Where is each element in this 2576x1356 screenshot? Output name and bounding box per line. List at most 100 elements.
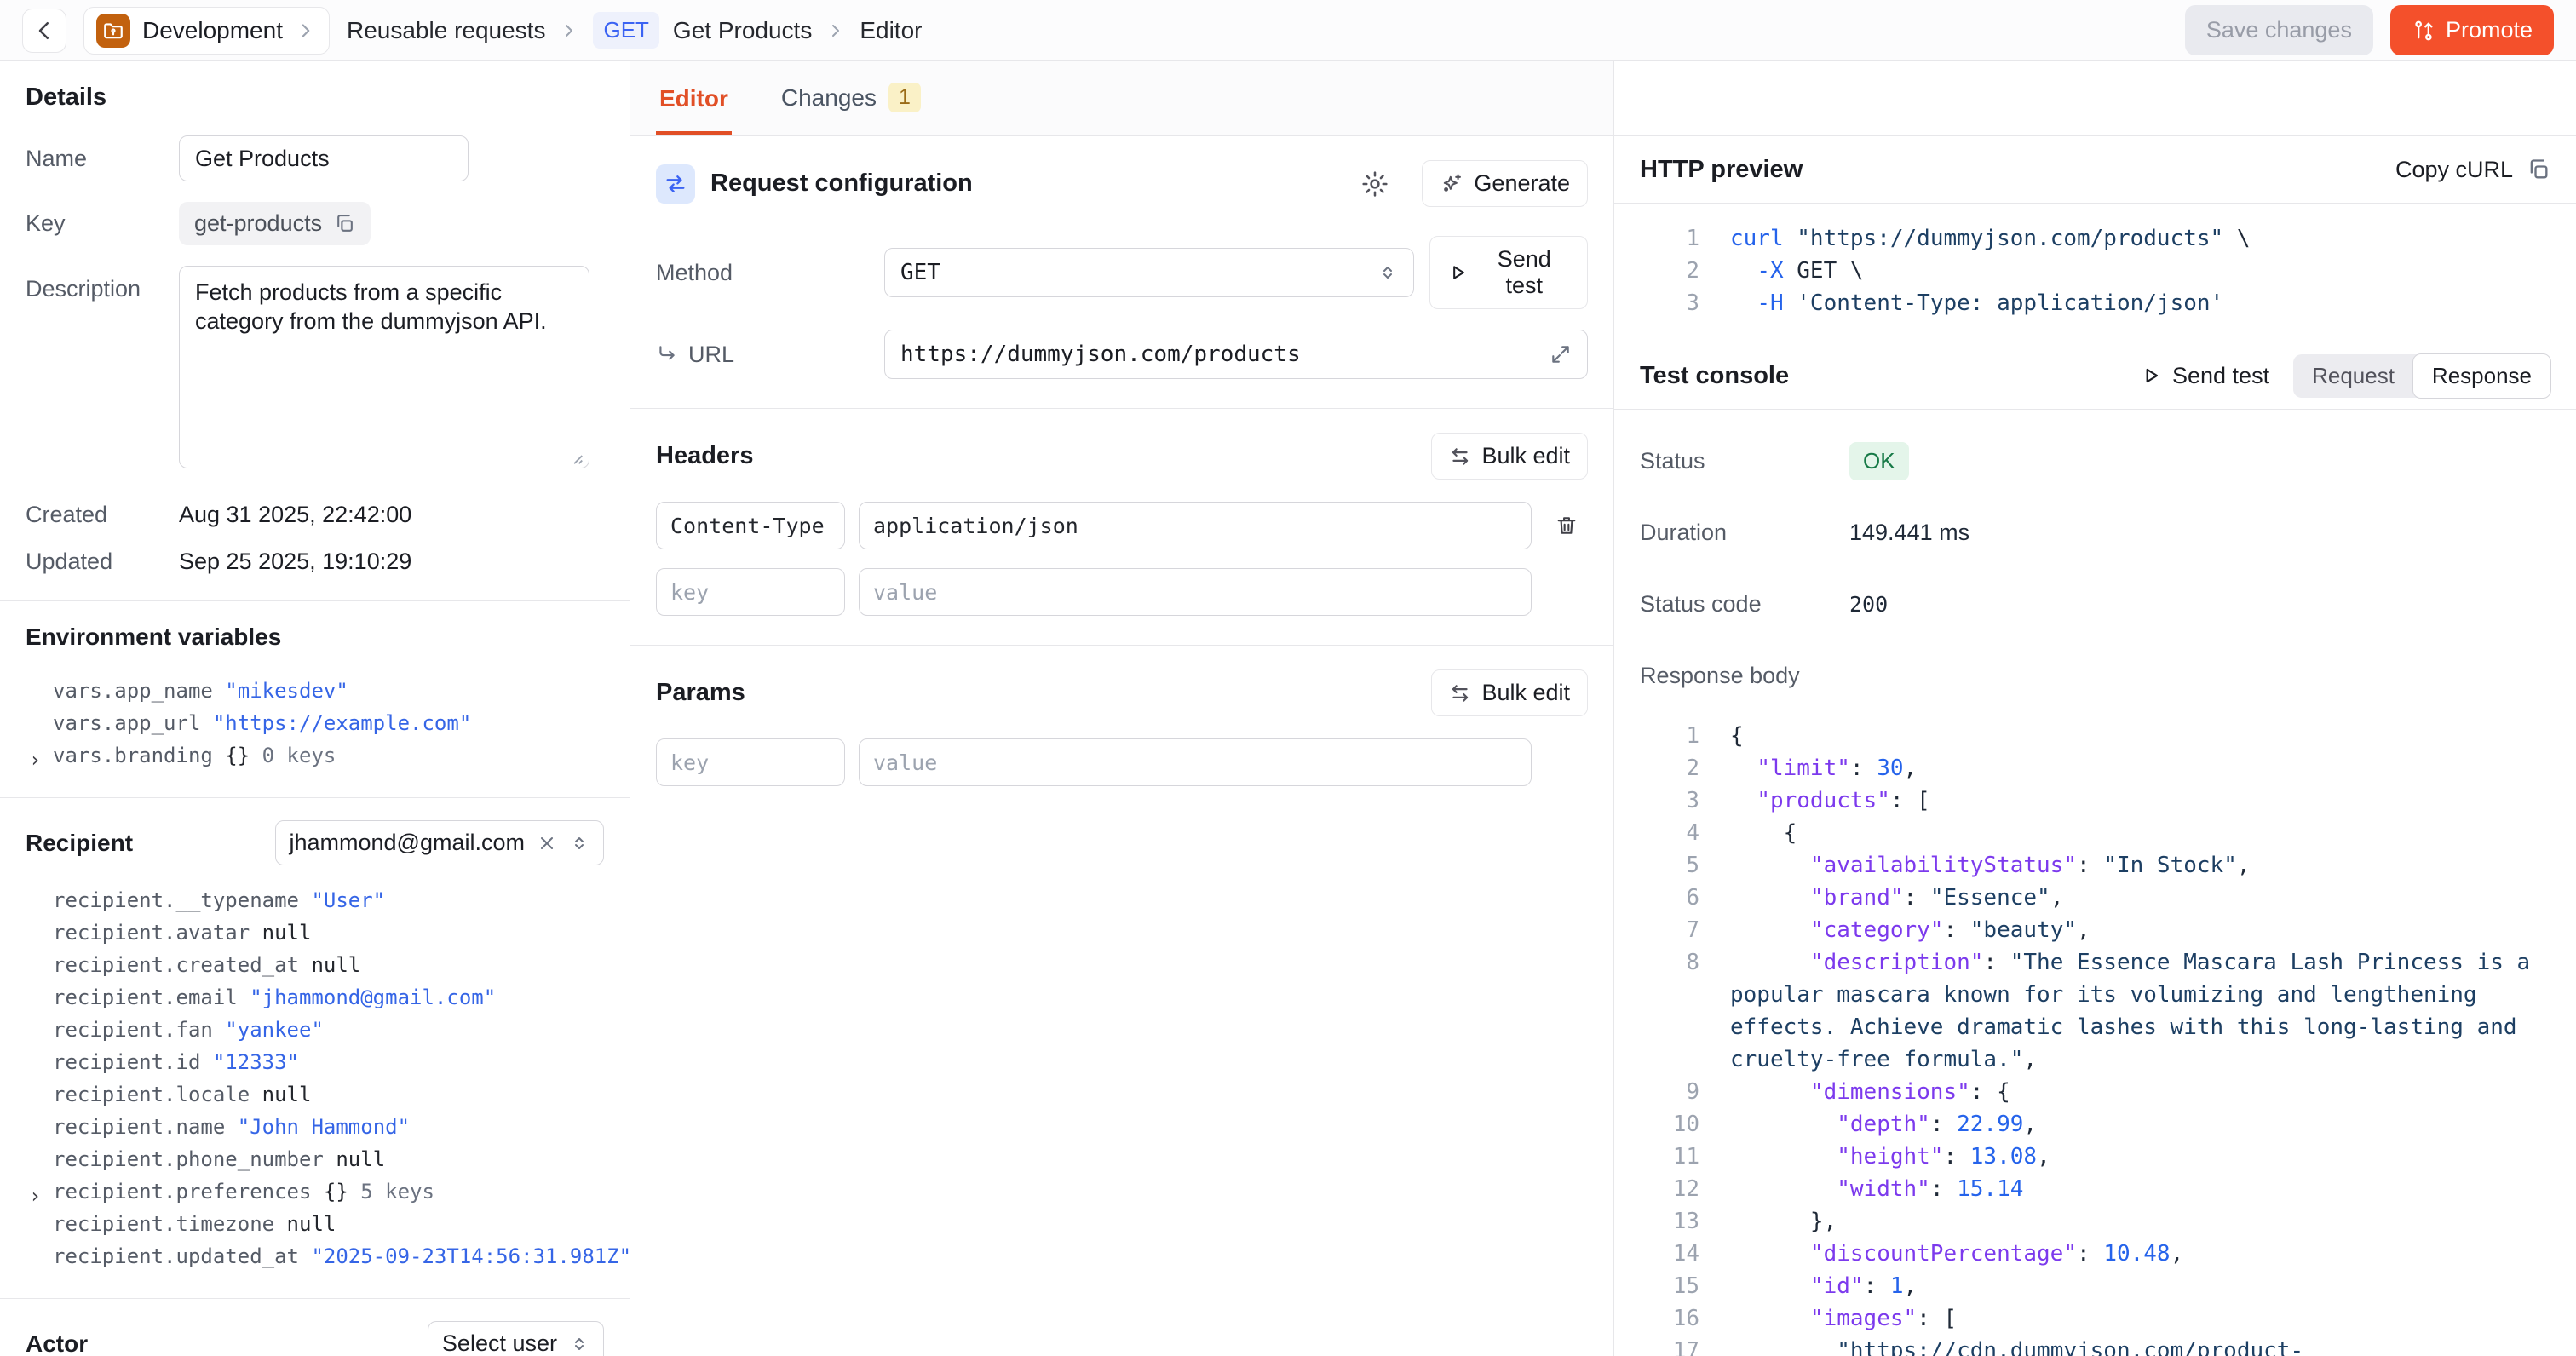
property-value: "John Hammond" bbox=[238, 1115, 410, 1139]
code-content: "https://cdn.dummyjson.com/product-image… bbox=[1730, 1335, 2550, 1356]
code-content: "limit": 30, bbox=[1730, 752, 1917, 784]
copy-icon[interactable] bbox=[334, 213, 355, 234]
bulk-edit-icon bbox=[1449, 682, 1471, 704]
property-key: recipient.phone_number bbox=[53, 1147, 336, 1171]
code-content: "discountPercentage": 10.48, bbox=[1730, 1238, 2183, 1270]
line-number: 1 bbox=[1640, 222, 1699, 255]
name-input[interactable] bbox=[179, 135, 469, 181]
expand-chevron-icon[interactable]: › bbox=[29, 744, 41, 776]
code-line: 5 "availabilityStatus": "In Stock", bbox=[1640, 849, 2550, 882]
settings-button[interactable] bbox=[1360, 170, 1389, 198]
toggle-response[interactable]: Response bbox=[2412, 353, 2551, 399]
code-content: -H 'Content-Type: application/json' bbox=[1730, 287, 2223, 319]
toggle-request[interactable]: Request bbox=[2293, 354, 2413, 398]
breadcrumb-request-name[interactable]: Get Products bbox=[673, 17, 812, 44]
code-content: "depth": 22.99, bbox=[1730, 1108, 2037, 1141]
property-row: recipient.avatar null bbox=[26, 916, 604, 949]
property-suffix: 0 keys bbox=[250, 744, 336, 767]
chevron-left-icon bbox=[32, 18, 57, 43]
code-content: curl "https://dummyjson.com/products" \ bbox=[1730, 222, 2251, 255]
generate-button[interactable]: Generate bbox=[1422, 160, 1588, 207]
project-switcher[interactable]: Development bbox=[83, 7, 330, 55]
property-key: recipient.name bbox=[53, 1115, 238, 1139]
expand-icon[interactable] bbox=[1550, 343, 1572, 365]
param-key-input[interactable] bbox=[656, 738, 845, 786]
clear-icon[interactable] bbox=[537, 833, 557, 853]
header-key-input[interactable] bbox=[656, 568, 845, 616]
url-input[interactable]: https://dummyjson.com/products bbox=[884, 330, 1588, 379]
send-test-button[interactable]: Send test bbox=[1429, 236, 1588, 309]
recipient-property-list: recipient.__typename "User"recipient.ava… bbox=[26, 884, 604, 1273]
line-number: 7 bbox=[1640, 914, 1699, 946]
response-body-code: 1{2 "limit": 30,3 "products": [4 {5 "ava… bbox=[1614, 711, 2576, 1356]
code-content: "dimensions": { bbox=[1730, 1076, 2010, 1108]
method-select[interactable]: GET bbox=[884, 248, 1414, 297]
code-line: 10 "depth": 22.99, bbox=[1640, 1108, 2550, 1141]
project-name: Development bbox=[142, 17, 283, 44]
tab-editor[interactable]: Editor bbox=[656, 85, 732, 135]
property-row: ›vars.branding {} 0 keys bbox=[26, 739, 604, 772]
property-row: recipient.locale null bbox=[26, 1078, 604, 1111]
resize-handle-icon[interactable] bbox=[566, 447, 584, 466]
breadcrumb-page: Editor bbox=[860, 17, 922, 44]
delete-header-button[interactable] bbox=[1555, 514, 1578, 537]
code-line: 3 "products": [ bbox=[1640, 784, 2550, 817]
chevron-up-down-icon bbox=[569, 833, 589, 853]
property-row: recipient.id "12333" bbox=[26, 1046, 604, 1078]
chevron-right-icon bbox=[295, 20, 317, 42]
section-environment-variables: Environment variables vars.app_name "mik… bbox=[0, 600, 630, 797]
property-value: "User" bbox=[311, 888, 385, 912]
code-content: "height": 13.08, bbox=[1730, 1141, 2050, 1173]
tab-changes[interactable]: Changes 1 bbox=[778, 83, 924, 135]
code-content: "images": [ bbox=[1730, 1302, 1957, 1335]
back-button[interactable] bbox=[22, 9, 66, 53]
breadcrumb: Reusable requests GET Get Products Edito… bbox=[347, 12, 923, 49]
chevron-up-down-icon bbox=[1377, 262, 1398, 283]
breadcrumb-parent[interactable]: Reusable requests bbox=[347, 17, 545, 44]
chevron-up-down-icon bbox=[569, 1334, 589, 1354]
created-value: Aug 31 2025, 22:42:00 bbox=[179, 502, 411, 528]
code-line: 17 "https://cdn.dummyjson.com/product-im… bbox=[1640, 1335, 2550, 1356]
property-key: recipient.avatar bbox=[53, 921, 262, 945]
console-send-test-button[interactable]: Send test bbox=[2140, 363, 2269, 389]
headers-bulk-edit-button[interactable]: Bulk edit bbox=[1431, 433, 1588, 480]
line-number: 11 bbox=[1640, 1141, 1699, 1173]
env-title: Environment variables bbox=[26, 623, 604, 651]
property-key: recipient.timezone bbox=[53, 1212, 287, 1236]
section-details: Details Name Key get-products Descriptio… bbox=[0, 61, 630, 600]
line-number: 1 bbox=[1640, 720, 1699, 752]
description-textarea[interactable]: Fetch products from a specific category … bbox=[179, 266, 589, 468]
property-row: vars.app_url "https://example.com" bbox=[26, 707, 604, 739]
copy-curl-button[interactable]: Copy cURL bbox=[2395, 157, 2550, 183]
code-line: 9 "dimensions": { bbox=[1640, 1076, 2550, 1108]
line-number: 15 bbox=[1640, 1270, 1699, 1302]
status-code-row: Status code 200 bbox=[1640, 568, 2550, 640]
header-value-input[interactable] bbox=[859, 568, 1532, 616]
save-changes-button[interactable]: Save changes bbox=[2185, 5, 2373, 55]
response-body-row: Response body bbox=[1640, 640, 2550, 711]
code-line: 7 "category": "beauty", bbox=[1640, 914, 2550, 946]
line-number: 3 bbox=[1640, 784, 1699, 817]
property-key: recipient.preferences bbox=[53, 1180, 324, 1204]
recipient-select[interactable]: jhammond@gmail.com bbox=[275, 820, 605, 865]
editor-tabs: Editor Changes 1 bbox=[630, 61, 1613, 136]
params-bulk-edit-button[interactable]: Bulk edit bbox=[1431, 669, 1588, 716]
line-number: 4 bbox=[1640, 817, 1699, 849]
property-value: null bbox=[336, 1147, 385, 1171]
line-number: 2 bbox=[1640, 255, 1699, 287]
code-line: 16 "images": [ bbox=[1640, 1302, 2550, 1335]
params-rows bbox=[656, 738, 1588, 786]
code-line: 3 -H 'Content-Type: application/json' bbox=[1640, 287, 2550, 319]
header-value-input[interactable] bbox=[859, 502, 1532, 549]
property-value: "https://example.com" bbox=[213, 711, 471, 735]
param-value-input[interactable] bbox=[859, 738, 1532, 786]
code-content: }, bbox=[1730, 1205, 1837, 1238]
actor-select[interactable]: Select user bbox=[428, 1321, 604, 1356]
code-line: 2 -X GET \ bbox=[1640, 255, 2550, 287]
header-key-input[interactable] bbox=[656, 502, 845, 549]
property-value: "12333" bbox=[213, 1050, 299, 1074]
property-row: recipient.__typename "User" bbox=[26, 884, 604, 916]
property-key: recipient.locale bbox=[53, 1083, 262, 1106]
promote-button[interactable]: Promote bbox=[2390, 5, 2554, 55]
http-preview-title: HTTP preview bbox=[1640, 156, 1803, 184]
